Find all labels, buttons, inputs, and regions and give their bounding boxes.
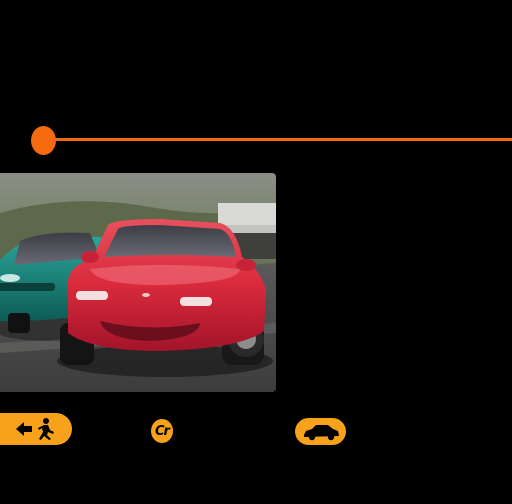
car-icon bbox=[303, 424, 339, 440]
car-select-button[interactable] bbox=[295, 418, 346, 445]
credits-button[interactable]: Cr bbox=[151, 419, 173, 443]
car-preview-image bbox=[0, 173, 276, 392]
header-divider-line bbox=[42, 138, 512, 141]
red-roadster-race-photo bbox=[0, 173, 276, 392]
credits-label: Cr bbox=[155, 423, 170, 439]
exit-button[interactable] bbox=[0, 413, 72, 445]
back-arrow-running-person-icon bbox=[16, 418, 54, 440]
